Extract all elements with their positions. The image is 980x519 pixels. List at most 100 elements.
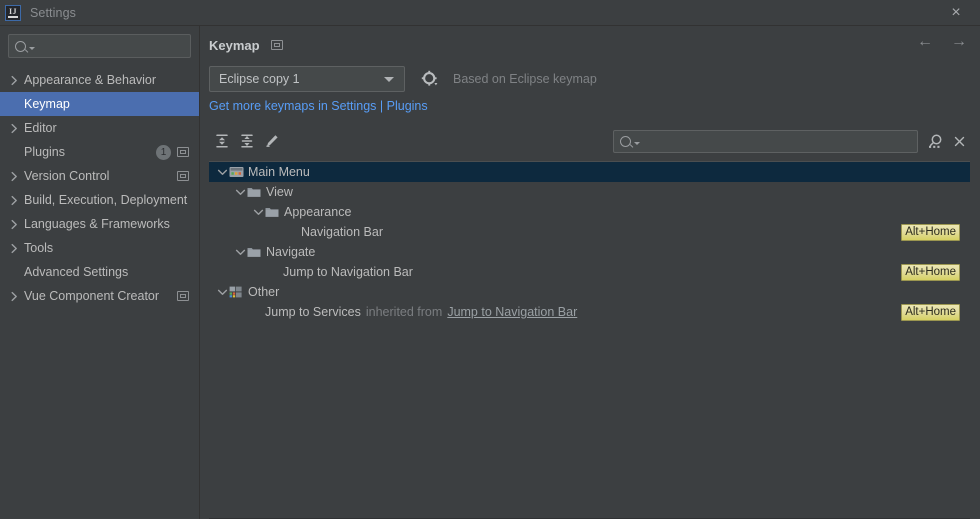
settings-window: IJ Settings × Appearance & Behavior Keyma… — [0, 0, 980, 519]
shortcut-badge[interactable]: Alt+Home — [901, 224, 960, 241]
chevron-down-icon[interactable] — [233, 188, 247, 197]
inherited-from-link[interactable]: Jump to Navigation Bar — [447, 305, 577, 319]
search-icon — [620, 135, 631, 147]
edit-shortcut-icon[interactable] — [259, 129, 284, 154]
forward-arrow-icon[interactable]: → — [950, 34, 968, 50]
panel-layout-icon[interactable] — [177, 147, 189, 157]
folder-icon — [247, 186, 261, 198]
main-menu-icon — [229, 166, 244, 178]
tree-toolbar-right — [924, 129, 970, 154]
sidebar-item-tools[interactable]: Tools — [0, 236, 199, 260]
tree-row[interactable]: Appearance — [209, 202, 970, 222]
based-on-label: Based on Eclipse keymap — [453, 72, 597, 86]
chevron-right-icon[interactable] — [8, 195, 20, 206]
sidebar-item-badge: 1 — [156, 144, 171, 160]
search-icon — [15, 40, 26, 52]
tree-row[interactable]: Jump to Navigation Bar Alt+Home — [209, 262, 970, 282]
page-title: Keymap — [209, 37, 260, 53]
chevron-down-icon[interactable] — [215, 288, 229, 297]
sidebar-item-advanced-settings[interactable]: Advanced Settings — [0, 260, 199, 284]
tree-row-label: Jump to Services — [265, 305, 361, 319]
shortcut-badge[interactable]: Alt+Home — [901, 304, 960, 321]
close-icon[interactable]: × — [938, 0, 974, 26]
keymap-selector-row: Eclipse copy 1 Based on Eclipse keymap — [200, 64, 980, 94]
clear-search-icon[interactable] — [948, 129, 970, 154]
sidebar-item-label: Keymap — [24, 97, 70, 111]
logo-underline — [8, 16, 18, 18]
sidebar-item-plugins[interactable]: Plugins 1 — [0, 140, 199, 164]
tree-row[interactable]: Main Menu — [209, 162, 970, 182]
sidebar-item-label: Editor — [24, 121, 57, 135]
folder-icon — [247, 246, 261, 258]
sidebar-item-label: Version Control — [24, 169, 110, 183]
chevron-down-icon[interactable] — [233, 248, 247, 257]
title-bar: IJ Settings × — [0, 0, 980, 26]
tree-row-label: Main Menu — [248, 165, 310, 179]
panel-layout-icon[interactable] — [177, 291, 189, 301]
sidebar-item-editor[interactable]: Editor — [0, 116, 199, 140]
panel-layout-icon[interactable] — [270, 40, 283, 50]
sidebar-item-label: Build, Execution, Deployment — [24, 193, 188, 207]
sidebar-item-languages-frameworks[interactable]: Languages & Frameworks — [0, 212, 199, 236]
chevron-right-icon[interactable] — [8, 123, 20, 134]
tree-row-label: Jump to Navigation Bar — [283, 265, 413, 279]
chevron-right-icon[interactable] — [8, 171, 20, 182]
sidebar-item-keymap[interactable]: Keymap — [0, 92, 199, 116]
chevron-down-icon[interactable] — [215, 168, 229, 177]
other-group-icon — [229, 286, 243, 298]
tree-row-label: Appearance — [284, 205, 352, 219]
keymap-tree[interactable]: Main Menu View Appearance Navigation Bar Alt… — [209, 161, 970, 519]
tree-rows: Main Menu View Appearance Navigation Bar Alt… — [209, 162, 970, 322]
tree-row-label: View — [266, 185, 293, 199]
tree-row-label: Navigation Bar — [301, 225, 383, 239]
panel-header: Keymap ← → — [200, 26, 980, 64]
tree-row[interactable]: Navigation Bar Alt+Home — [209, 222, 970, 242]
sidebar-item-build-execution-deployment[interactable]: Build, Execution, Deployment — [0, 188, 199, 212]
window-title: Settings — [30, 5, 76, 20]
shortcut-badge[interactable]: Alt+Home — [901, 264, 960, 281]
history-nav: ← → — [916, 34, 968, 50]
sidebar-item-label: Plugins — [24, 145, 65, 159]
expand-all-icon[interactable] — [209, 129, 234, 154]
sidebar-item-label: Vue Component Creator — [24, 289, 160, 303]
panel-layout-icon[interactable] — [177, 171, 189, 181]
collapse-all-icon[interactable] — [234, 129, 259, 154]
tree-row[interactable]: Jump to Services inherited from Jump to Na… — [209, 302, 970, 322]
folder-icon — [265, 206, 279, 218]
chevron-down-icon — [384, 76, 394, 82]
keymap-panel: Keymap ← → Eclipse copy 1 Based on Eclip… — [200, 26, 980, 519]
chevron-right-icon[interactable] — [8, 291, 20, 302]
tree-search-input[interactable] — [613, 129, 918, 153]
logo-text: IJ — [8, 6, 18, 16]
chevron-right-icon[interactable] — [8, 75, 20, 86]
intellij-logo-icon: IJ — [5, 4, 21, 21]
tree-row[interactable]: Navigate — [209, 242, 970, 262]
sidebar-item-list: Appearance & Behavior Keymap Editor Plugins… — [0, 68, 199, 519]
find-by-shortcut-icon[interactable] — [924, 129, 946, 154]
sidebar-search-input[interactable] — [8, 34, 191, 58]
tree-row[interactable]: View — [209, 182, 970, 202]
sidebar-item-vue-component-creator[interactable]: Vue Component Creator — [0, 284, 199, 308]
chevron-down-icon — [29, 47, 35, 50]
chevron-down-icon — [634, 142, 640, 145]
sidebar-item-label: Advanced Settings — [24, 265, 129, 279]
tree-scrollbar[interactable] — [961, 162, 970, 518]
tree-row[interactable]: Other — [209, 282, 970, 302]
chevron-down-icon[interactable] — [251, 208, 265, 217]
back-arrow-icon[interactable]: ← — [916, 34, 934, 50]
chevron-right-icon[interactable] — [8, 219, 20, 230]
sidebar-item-label: Languages & Frameworks — [24, 217, 170, 231]
sidebar-item-version-control[interactable]: Version Control — [0, 164, 199, 188]
sidebar-item-label: Tools — [24, 241, 54, 255]
sidebar-item-label: Appearance & Behavior — [24, 73, 157, 87]
keymap-select[interactable]: Eclipse copy 1 — [209, 66, 405, 92]
get-more-keymaps-link[interactable]: Get more keymaps in Settings | Plugins — [209, 99, 428, 113]
tree-row-label: Other — [248, 285, 280, 299]
sidebar-item-appearance-behavior[interactable]: Appearance & Behavior — [0, 68, 199, 92]
chevron-right-icon[interactable] — [8, 243, 20, 254]
gear-icon[interactable] — [421, 70, 439, 88]
window-body: Appearance & Behavior Keymap Editor Plugins… — [0, 26, 980, 519]
settings-sidebar: Appearance & Behavior Keymap Editor Plugins… — [0, 26, 200, 519]
tree-toolbar — [209, 126, 970, 156]
inherited-from-label: inherited from — [365, 305, 443, 319]
